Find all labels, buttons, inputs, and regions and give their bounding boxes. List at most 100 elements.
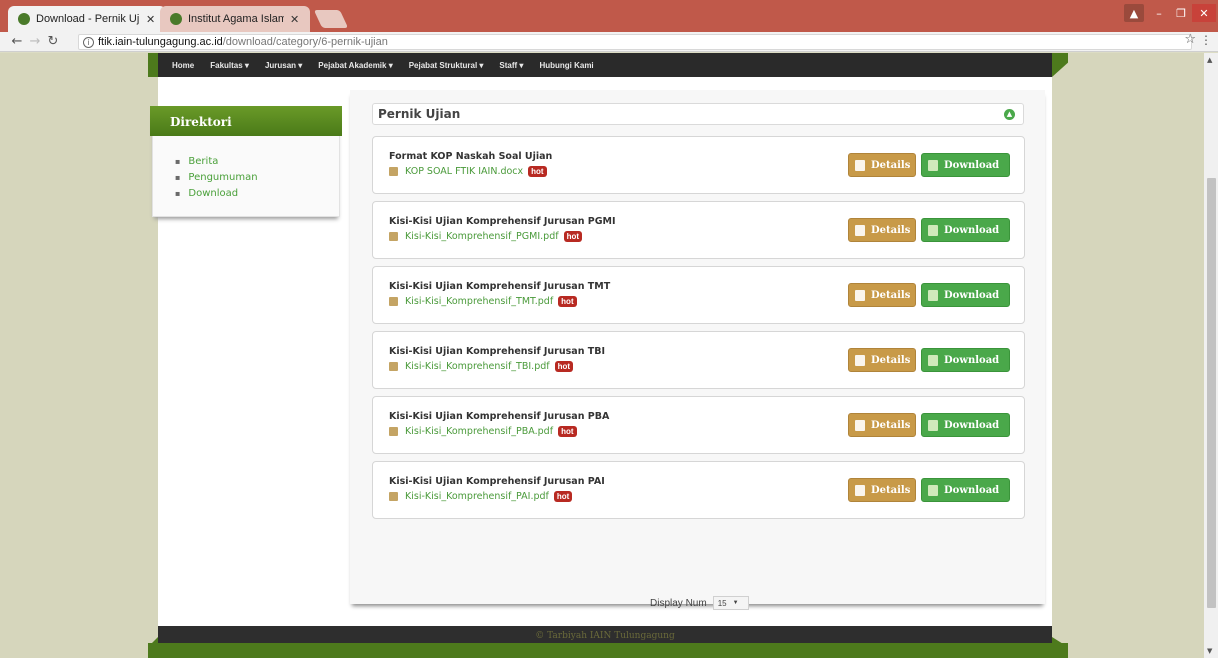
display-num-control: Display Num 15 ▼ (650, 596, 749, 610)
browser-tab-inactive[interactable]: Institut Agama Islam Neg ✕ (160, 6, 310, 32)
details-button-label: Details (871, 159, 911, 171)
scroll-up-icon[interactable]: ▲ (1207, 56, 1212, 64)
display-num-select[interactable]: 15 ▼ (712, 596, 749, 610)
file-card: Kisi-Kisi Ujian Komprehensif Jurusan PBA… (372, 396, 1025, 454)
scroll-down-icon[interactable]: ▼ (1207, 647, 1212, 655)
sidebar-item-download[interactable]: Download (175, 186, 258, 202)
document-icon (389, 232, 398, 241)
browser-tab-bar: Download - Pernik Ujian ✕ Institut Agama… (0, 0, 1218, 32)
user-profile-icon[interactable]: ▲ (1124, 4, 1144, 22)
nav-pejabat-struktural[interactable]: Pejabat Struktural ▾ (409, 61, 484, 70)
hot-badge: hot (553, 491, 573, 502)
hot-badge: hot (558, 296, 577, 307)
category-title: Pernik Ujian (378, 107, 461, 121)
chevron-down-icon: ▼ (732, 600, 739, 606)
details-button[interactable]: Details (848, 348, 916, 372)
nav-hubungi-kami[interactable]: Hubungi Kami (539, 61, 593, 70)
sidebar-item-berita[interactable]: Berita (175, 154, 258, 170)
category-header: Pernik Ujian ▲ (372, 103, 1024, 125)
window-close-icon[interactable]: ✕ (1192, 4, 1216, 22)
sidebar-directory: Direktori Berita Pengumuman Download (150, 106, 342, 217)
details-button[interactable]: Details (848, 478, 916, 502)
forward-arrow-icon[interactable]: → (26, 34, 44, 49)
file-title: Kisi-Kisi Ujian Komprehensif Jurusan TMT (389, 281, 611, 292)
url-host: ftik.iain-tulungagung.ac.id (98, 36, 223, 48)
details-button[interactable]: Details (848, 283, 916, 307)
url-path: /download/category/6-pernik-ujian (222, 36, 388, 48)
file-card: Kisi-Kisi Ujian Komprehensif Jurusan TBI… (372, 331, 1025, 389)
hot-badge: hot (554, 361, 574, 372)
browser-menu-icon[interactable]: ⋮ (1200, 33, 1212, 47)
scrollbar-thumb[interactable] (1207, 178, 1216, 608)
document-icon (389, 492, 398, 501)
details-button[interactable]: Details (848, 153, 916, 177)
document-icon (389, 167, 398, 176)
download-icon (928, 484, 938, 496)
file-name-link[interactable]: KOP SOAL FTIK IAIN.docx (405, 166, 523, 177)
nav-jurusan[interactable]: Jurusan ▾ (265, 61, 302, 70)
top-navigation: Home Fakultas ▾ Jurusan ▾ Pejabat Akadem… (158, 53, 1052, 77)
new-tab-button[interactable] (313, 10, 349, 28)
document-icon (855, 289, 865, 301)
download-button[interactable]: Download (921, 153, 1010, 177)
file-line: KOP SOAL FTIK IAIN.docx hot (389, 166, 547, 177)
document-icon (855, 224, 865, 236)
file-name-link[interactable]: Kisi-Kisi_Komprehensif_TBI.pdf (405, 361, 550, 372)
display-num-label: Display Num (650, 597, 707, 609)
download-button[interactable]: Download (921, 348, 1010, 372)
download-button-label: Download (944, 419, 1000, 431)
window-minimize-icon[interactable]: – (1148, 4, 1170, 22)
nav-staff[interactable]: Staff ▾ (499, 61, 523, 70)
sidebar-title: Direktori (150, 106, 342, 136)
download-button-label: Download (944, 484, 1000, 496)
details-button-label: Details (871, 354, 911, 366)
footer-ribbon (148, 643, 1068, 658)
details-button[interactable]: Details (848, 218, 916, 242)
page-viewport: Home Fakultas ▾ Jurusan ▾ Pejabat Akadem… (0, 53, 1204, 658)
document-icon (855, 419, 865, 431)
site-favicon-icon (170, 13, 182, 25)
document-icon (389, 297, 398, 306)
file-name-link[interactable]: Kisi-Kisi_Komprehensif_PAI.pdf (405, 491, 549, 502)
download-button[interactable]: Download (921, 478, 1010, 502)
details-button[interactable]: Details (848, 413, 916, 437)
nav-fakultas[interactable]: Fakultas ▾ (210, 61, 249, 70)
download-button-label: Download (944, 289, 1000, 301)
file-card: Kisi-Kisi Ujian Komprehensif Jurusan TMT… (372, 266, 1025, 324)
sidebar-item-pengumuman[interactable]: Pengumuman (175, 170, 257, 186)
bookmark-star-icon[interactable]: ☆ (1184, 32, 1196, 47)
sidebar-list: Berita Pengumuman Download (175, 154, 258, 202)
info-icon[interactable]: i (83, 36, 94, 48)
download-button[interactable]: Download (921, 218, 1010, 242)
file-name-link[interactable]: Kisi-Kisi_Komprehensif_PGMI.pdf (405, 231, 559, 242)
tab-close-icon[interactable]: ✕ (146, 13, 155, 26)
back-arrow-icon[interactable]: ← (8, 34, 26, 49)
collapse-toggle-icon[interactable]: ▲ (1004, 109, 1015, 120)
nav-ribbon-left (148, 53, 158, 77)
download-icon (928, 354, 938, 366)
nav-pejabat-akademik[interactable]: Pejabat Akademik ▾ (318, 61, 392, 70)
hot-badge: hot (528, 166, 547, 177)
vertical-scrollbar[interactable]: ▲ ▼ (1204, 53, 1218, 658)
reload-icon[interactable]: ↻ (44, 34, 62, 49)
address-toolbar: ← → ↻ i ftik.iain-tulungagung.ac.id/down… (0, 32, 1218, 52)
file-name-link[interactable]: Kisi-Kisi_Komprehensif_TMT.pdf (405, 296, 553, 307)
download-button[interactable]: Download (921, 283, 1010, 307)
download-button[interactable]: Download (921, 413, 1010, 437)
file-title: Kisi-Kisi Ujian Komprehensif Jurusan PAI (389, 476, 605, 487)
window-restore-icon[interactable]: ❐ (1170, 4, 1192, 22)
url-bar[interactable]: i ftik.iain-tulungagung.ac.id/download/c… (78, 34, 1192, 50)
file-line: Kisi-Kisi_Komprehensif_TMT.pdf hot (389, 296, 577, 307)
site-favicon-icon (18, 13, 30, 25)
file-title: Kisi-Kisi Ujian Komprehensif Jurusan TBI (389, 346, 606, 357)
tab-close-icon[interactable]: ✕ (290, 13, 299, 26)
browser-tab-active[interactable]: Download - Pernik Ujian ✕ (8, 6, 166, 32)
download-button-label: Download (944, 224, 1000, 236)
document-icon (855, 484, 865, 496)
nav-home[interactable]: Home (172, 61, 194, 70)
file-line: Kisi-Kisi_Komprehensif_PGMI.pdf hot (389, 231, 583, 242)
details-button-label: Details (871, 289, 911, 301)
download-button-label: Download (944, 159, 1000, 171)
document-icon (855, 354, 865, 366)
file-name-link[interactable]: Kisi-Kisi_Komprehensif_PBA.pdf (405, 426, 553, 437)
